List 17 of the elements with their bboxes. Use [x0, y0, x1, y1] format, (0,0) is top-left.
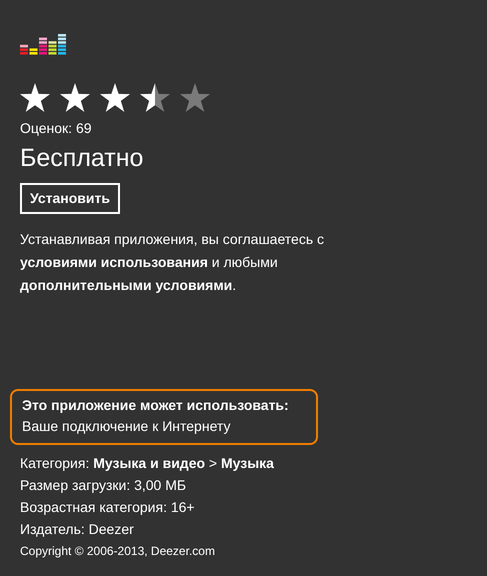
star-icon — [20, 82, 50, 112]
install-button[interactable]: Установить — [20, 182, 120, 214]
rating-count: Оценок: 69 — [20, 118, 93, 138]
star-icon — [100, 82, 130, 112]
copyright-text: Copyright © 2006-2013, Deezer.com — [20, 542, 216, 560]
detail-line: Возрастная категория: 16+ — [20, 498, 196, 517]
star-icon — [60, 82, 90, 112]
star-icon — [180, 82, 210, 112]
price-label: Бесплатно — [20, 142, 144, 173]
permissions-title: Это приложение может использовать: — [22, 396, 290, 415]
permission-item: Ваше подключение к Интернету — [22, 416, 232, 436]
detail-line: Категория: Музыка и видео > Музыка — [20, 454, 275, 473]
terms-text: Устанавливая приложения, вы соглашаетесь с условиями использования и любыми дополнительными условиями. — [20, 230, 326, 295]
detail-line: Размер загрузки: 3,00 МБ — [20, 476, 188, 495]
detail-line: Издатель: Deezer — [20, 520, 135, 539]
star-icon — [140, 82, 170, 112]
logo-icon — [20, 33, 67, 56]
